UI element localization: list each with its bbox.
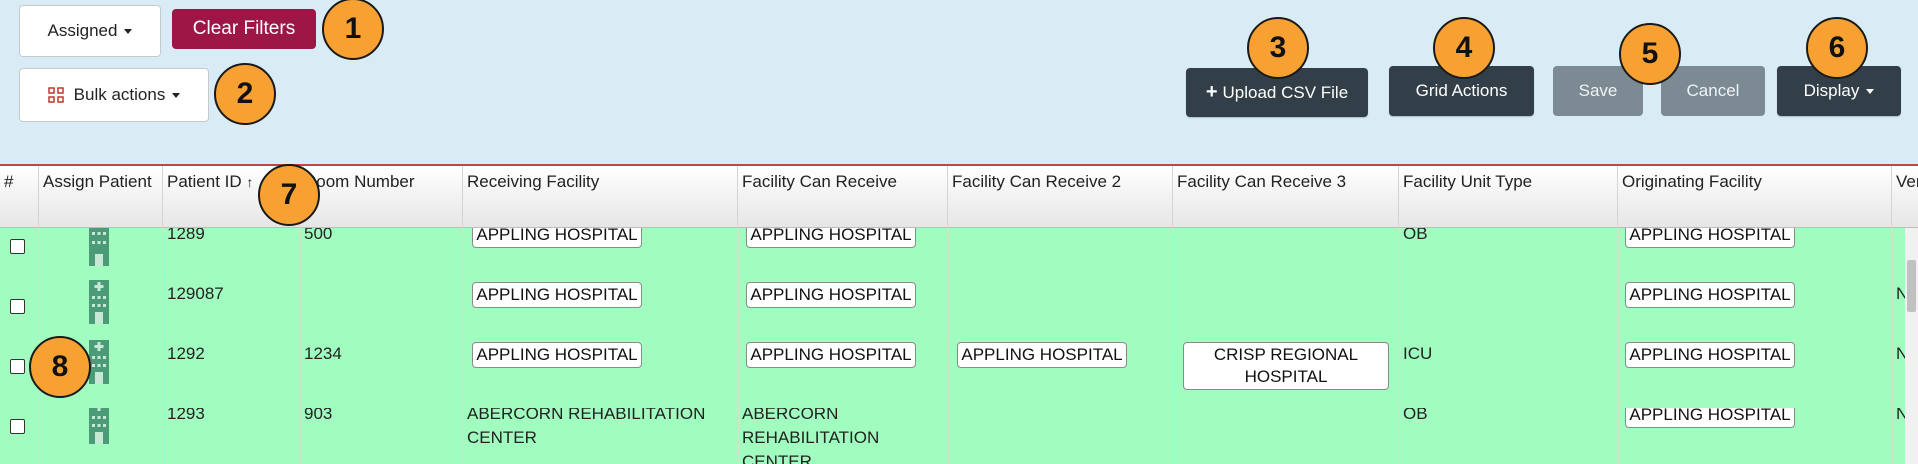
chevron-down-icon xyxy=(172,92,181,98)
receiving-facility-cell: ABERCORN REHABILITATION CENTER xyxy=(467,408,706,447)
row-checkbox[interactable] xyxy=(10,419,25,434)
facility-can-receive-2-badge: APPLING HOSPITAL xyxy=(957,342,1127,368)
patient-id-cell: 1293 xyxy=(167,408,205,423)
ver-cell: N xyxy=(1896,408,1905,423)
display-label: Display xyxy=(1803,81,1860,100)
table-row[interactable]: 1293 903 ABERCORN REHABILITATION CENTER … xyxy=(0,408,1905,464)
patient-id-cell: 1292 xyxy=(167,344,205,363)
room-number-cell: 903 xyxy=(304,408,333,423)
cancel-button[interactable]: Cancel xyxy=(1661,66,1765,116)
patient-id-cell: 129087 xyxy=(167,284,224,303)
callout-8-number: 8 xyxy=(51,350,69,383)
receiving-facility-badge: APPLING HOSPITAL xyxy=(472,282,642,308)
ver-cell: N xyxy=(1896,284,1905,303)
assigned-filter-label: Assigned xyxy=(47,21,118,40)
callout-4-number: 4 xyxy=(1455,31,1473,64)
callout-6-number: 6 xyxy=(1828,31,1846,64)
callout-5-number: 5 xyxy=(1641,37,1659,70)
column-header-room-number[interactable]: Room Number xyxy=(300,166,463,228)
callout-1-number: 1 xyxy=(344,12,362,45)
receiving-facility-badge: APPLING HOSPITAL xyxy=(472,342,642,368)
facility-unit-type-cell: OB xyxy=(1403,228,1428,243)
column-header-assign-patient[interactable]: Assign Patient xyxy=(39,166,163,228)
callout-1: 1 xyxy=(322,0,384,60)
grid-icon xyxy=(47,87,64,103)
table-row[interactable]: 1292 1234 APPLING HOSPITAL APPLING HOSPI… xyxy=(0,340,1905,408)
column-header-ver[interactable]: Ver xyxy=(1892,166,1918,228)
upload-csv-label: Upload CSV File xyxy=(1222,82,1349,102)
row-checkbox[interactable] xyxy=(10,239,25,254)
facility-can-receive-badge: APPLING HOSPITAL xyxy=(746,342,916,368)
column-header-facility-can-receive-2[interactable]: Facility Can Receive 2 xyxy=(948,166,1173,228)
clear-filters-label: Clear Filters xyxy=(192,18,296,39)
room-number-cell: 1234 xyxy=(304,344,342,363)
receiving-facility-badge: APPLING HOSPITAL xyxy=(472,228,642,248)
callout-7: 7 xyxy=(258,164,320,226)
scrollbar-thumb[interactable] xyxy=(1907,260,1916,312)
patient-id-header-label: Patient ID xyxy=(167,172,242,191)
facility-unit-type-cell: OB xyxy=(1403,408,1428,423)
ver-cell: N xyxy=(1896,344,1905,363)
column-header-facility-can-receive-3[interactable]: Facility Can Receive 3 xyxy=(1173,166,1399,228)
column-header-receiving-facility[interactable]: Receiving Facility xyxy=(463,166,738,228)
callout-6: 6 xyxy=(1806,17,1868,79)
facility-can-receive-cell: ABERCORN REHABILITATION CENTER xyxy=(742,408,880,464)
callout-3-number: 3 xyxy=(1269,31,1287,64)
column-header-originating-facility[interactable]: Originating Facility xyxy=(1618,166,1892,228)
facility-can-receive-badge: APPLING HOSPITAL xyxy=(746,228,916,248)
hospital-building-icon[interactable] xyxy=(89,280,109,324)
column-header-index[interactable]: # xyxy=(0,166,39,228)
hospital-building-icon[interactable] xyxy=(89,228,109,266)
facility-can-receive-3-badge: CRISP REGIONAL HOSPITAL xyxy=(1183,342,1389,390)
callout-3: 3 xyxy=(1247,17,1309,79)
callout-2: 2 xyxy=(214,63,276,125)
originating-facility-badge: APPLING HOSPITAL xyxy=(1625,282,1795,308)
room-number-cell: 500 xyxy=(304,228,333,243)
sort-ascending-icon: ↑ xyxy=(246,174,254,190)
table-row[interactable]: 129087 APPLING HOSPITAL APPLING HOSPITAL… xyxy=(0,280,1905,348)
column-header-facility-can-receive[interactable]: Facility Can Receive xyxy=(738,166,948,228)
column-header-facility-unit-type[interactable]: Facility Unit Type xyxy=(1399,166,1618,228)
bulk-actions-label: Bulk actions xyxy=(73,85,166,104)
callout-4: 4 xyxy=(1433,17,1495,79)
callout-8: 8 xyxy=(29,336,91,398)
callout-2-number: 2 xyxy=(236,77,254,110)
row-checkbox[interactable] xyxy=(10,359,25,374)
callout-5: 5 xyxy=(1619,23,1681,85)
originating-facility-badge: APPLING HOSPITAL xyxy=(1625,228,1795,248)
row-checkbox[interactable] xyxy=(10,299,25,314)
callout-7-number: 7 xyxy=(280,178,298,211)
facility-unit-type-cell: ICU xyxy=(1403,344,1433,363)
patient-id-cell: 1289 xyxy=(167,228,205,243)
chevron-down-icon xyxy=(1866,88,1875,94)
bulk-actions-dropdown[interactable]: Bulk actions xyxy=(19,68,209,122)
originating-facility-badge: APPLING HOSPITAL xyxy=(1625,342,1795,368)
originating-facility-badge: APPLING HOSPITAL xyxy=(1625,408,1795,428)
save-label: Save xyxy=(1578,81,1618,100)
assigned-filter-dropdown[interactable]: Assigned xyxy=(19,5,161,57)
chevron-down-icon xyxy=(124,28,133,34)
hospital-building-icon[interactable] xyxy=(89,408,109,444)
grid-actions-label: Grid Actions xyxy=(1415,81,1508,100)
grid-body: 1289 500 APPLING HOSPITAL APPLING HOSPIT… xyxy=(0,228,1905,464)
hospital-building-icon[interactable] xyxy=(89,340,109,384)
plus-icon: + xyxy=(1205,81,1218,103)
facility-can-receive-badge: APPLING HOSPITAL xyxy=(746,282,916,308)
cancel-label: Cancel xyxy=(1686,81,1740,100)
table-row[interactable]: 1289 500 APPLING HOSPITAL APPLING HOSPIT… xyxy=(0,228,1905,288)
clear-filters-button[interactable]: Clear Filters xyxy=(172,9,316,49)
